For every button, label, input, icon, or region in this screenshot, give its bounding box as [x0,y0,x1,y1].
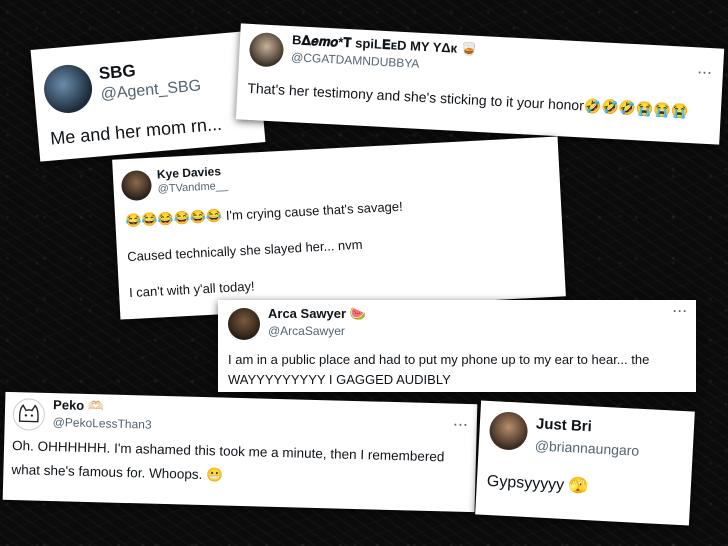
display-name[interactable]: Peko 🫶🏻 [53,397,104,414]
display-name[interactable]: Arca Sawyer 🍉 [268,306,366,322]
display-name[interactable]: Kye Davies [157,164,222,181]
tweet-card-arca-sawyer[interactable]: Arca Sawyer 🍉 @ArcaSawyer ··· I am in a … [218,300,696,392]
tweet-card-kye-davies[interactable]: Kye Davies @TVandme__ 😂😂😂😂😂😂 I'm crying … [112,136,566,320]
display-name[interactable]: Just Bri [536,415,593,435]
more-options-icon[interactable]: ··· [673,304,688,318]
tweet-card-just-bri[interactable]: Just Bri @briannaungaro Gypsyyyyy 🫣 [475,400,695,526]
tweet-text-line-3: I can't with y'all today! [128,278,255,301]
tweet-text-line-1: 😂😂😂😂😂😂 I'm crying cause that's savage! [124,198,404,229]
tweet-text: Me and her mom rn... [49,113,223,149]
avatar[interactable] [228,308,260,340]
tweet-text: That's her testimony and she's sticking … [247,79,689,119]
display-name[interactable]: SBG [98,61,136,84]
tweet-card-peko[interactable]: Peko 🫶🏻 @PekoLessThan3 ··· Oh. OHHHHHH. … [2,391,478,513]
more-options-icon[interactable]: ··· [454,418,469,432]
avatar[interactable] [120,169,153,202]
user-handle[interactable]: @PekoLessThan3 [53,415,152,432]
tweet-text: Gypsyyyyy 🫣 [486,472,589,496]
avatar[interactable] [248,31,285,68]
user-handle[interactable]: @TVandme__ [157,180,228,196]
tweet-text-line-1: Oh. OHHHHHH. I'm ashamed this took me a … [11,438,445,465]
avatar[interactable] [12,398,46,431]
tweet-text-line-2: Caused technically she slayed her... nvm [126,236,363,265]
avatar[interactable] [42,62,95,115]
tweet-text-line-1: I am in a public place and had to put my… [228,352,650,367]
tweet-card-sbg[interactable]: SBG @Agent_SBG Me and her mom rn... [30,30,266,162]
more-options-icon[interactable]: ··· [698,65,714,80]
tweet-text-line-2: what she's famous for. Whoops. 😬 [11,462,224,483]
user-handle[interactable]: @ArcaSawyer [268,324,345,338]
avatar[interactable] [488,410,529,451]
tweet-text-line-2: WAYYYYYYYYY I GAGGED AUDIBLY [228,372,451,387]
cat-drawing-icon [18,404,39,423]
user-handle[interactable]: @briannaungaro [534,437,639,458]
